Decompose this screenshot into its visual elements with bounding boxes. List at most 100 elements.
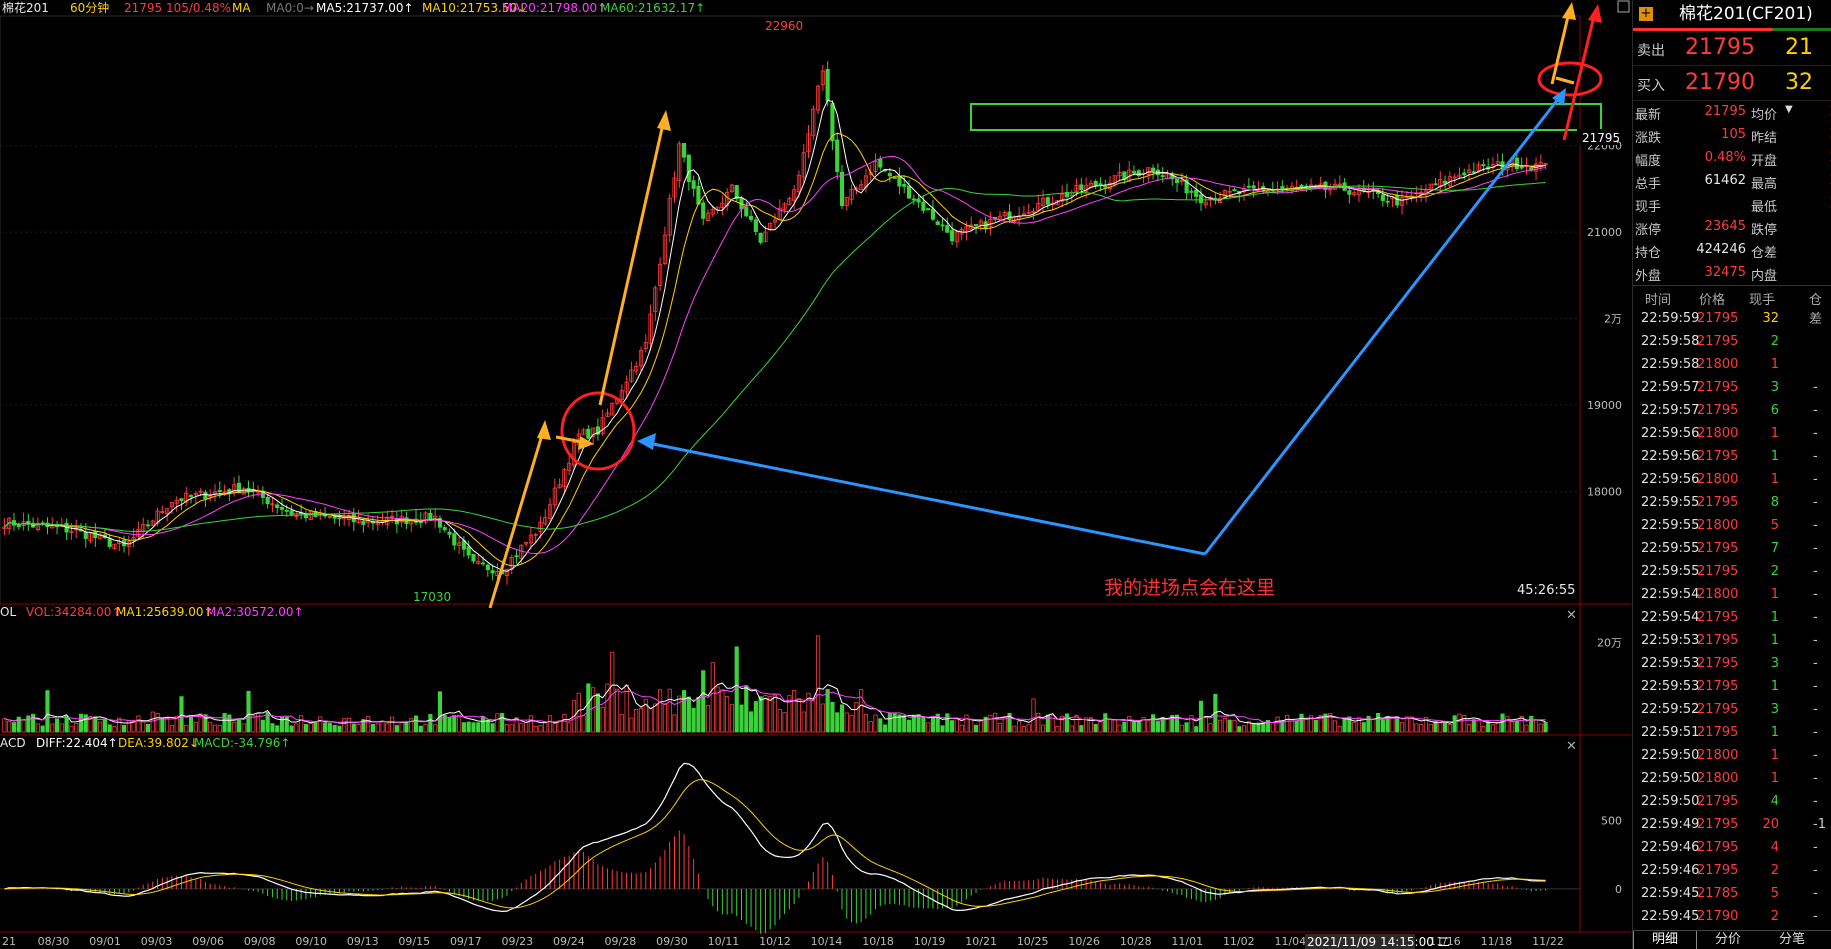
volume-bar bbox=[16, 716, 21, 733]
volume-bar bbox=[748, 711, 754, 733]
ma-selector[interactable]: MA bbox=[232, 1, 251, 15]
macd-diff-value: DIFF:22.404↑ bbox=[36, 736, 118, 750]
volume-bar bbox=[1490, 724, 1496, 733]
volume-bar bbox=[1495, 721, 1500, 733]
trade-price: 21795 bbox=[1697, 541, 1739, 556]
candle-body bbox=[480, 562, 486, 565]
time-axis-label: 10/18 bbox=[862, 935, 894, 948]
volume-bar bbox=[466, 721, 471, 733]
trade-volume: 3 bbox=[1770, 656, 1779, 671]
time-axis-label: 10/14 bbox=[811, 935, 843, 948]
candle-body bbox=[586, 428, 591, 439]
close-volume-pane-icon[interactable]: ✕ bbox=[1566, 608, 1577, 623]
candle-body bbox=[188, 495, 194, 497]
volume-bar bbox=[988, 714, 993, 733]
volume-bar bbox=[1179, 724, 1184, 733]
volume-bar bbox=[715, 686, 720, 733]
volume-bar bbox=[74, 723, 79, 733]
volume-bar bbox=[59, 723, 64, 733]
volume-bar bbox=[141, 721, 146, 733]
moving-average-lines bbox=[4, 99, 1546, 572]
volume-bar bbox=[1131, 721, 1137, 733]
volume-bar bbox=[969, 718, 974, 733]
volume-bar bbox=[54, 718, 60, 733]
volume-bars bbox=[2, 635, 1548, 733]
volume-bar bbox=[945, 713, 950, 733]
quote-row: 总手61462最高2 bbox=[1633, 170, 1831, 193]
trade-price: 21795 bbox=[1697, 564, 1739, 579]
volume-bar bbox=[222, 713, 227, 733]
volume-bar bbox=[792, 690, 797, 733]
volume-bar bbox=[1414, 723, 1419, 733]
volume-bar bbox=[1136, 720, 1141, 733]
trade-price: 21795 bbox=[1697, 495, 1739, 510]
volume-bar bbox=[1107, 718, 1113, 733]
volume-bar bbox=[710, 662, 715, 733]
chart-stage[interactable]: 棉花201 60分钟 21795 105/0.48% MA MA0:0→ MA5… bbox=[0, 0, 1831, 949]
quote-key: 持仓 bbox=[1635, 246, 1662, 261]
pane-maximize-icon[interactable] bbox=[1617, 0, 1630, 13]
candle-body bbox=[1093, 180, 1098, 187]
col-time: 时间 bbox=[1645, 293, 1672, 308]
candle-body bbox=[950, 230, 955, 242]
period-selector[interactable]: 60分钟 bbox=[70, 0, 109, 15]
volume-bar bbox=[1069, 725, 1074, 733]
trade-price: 21790 bbox=[1697, 909, 1739, 924]
volume-bar bbox=[543, 722, 548, 733]
candle-body bbox=[887, 173, 892, 177]
volume-bar bbox=[586, 683, 591, 733]
trade-price: 21795 bbox=[1697, 840, 1739, 855]
trade-time: 22:59:53 bbox=[1641, 656, 1700, 671]
quote-value: 0.48% bbox=[1704, 150, 1746, 165]
ma60-value: MA60:21632.17↑ bbox=[600, 1, 705, 15]
candle-body bbox=[734, 185, 739, 200]
annotation-layer: 我的进场点会在这里 45:26:55 22960 17030 21795 202… bbox=[413, 2, 1620, 949]
volume-bar bbox=[1505, 716, 1510, 733]
volume-bar bbox=[973, 724, 979, 733]
quote-key: 幅度 bbox=[1635, 154, 1662, 169]
orange-arrowhead-1 bbox=[537, 420, 551, 440]
trade-time: 22:59:55 bbox=[1641, 518, 1700, 533]
volume-bar bbox=[1514, 720, 1519, 733]
time-axis-label: 11/22 bbox=[1532, 935, 1564, 948]
trade-time: 22:59:45 bbox=[1641, 909, 1700, 924]
panel-title-bar: + 棉花201(CF201) bbox=[1633, 0, 1831, 28]
volume-bar bbox=[1270, 722, 1275, 733]
volume-bar bbox=[1438, 722, 1443, 733]
add-icon[interactable]: + bbox=[1639, 7, 1653, 21]
tab-detail[interactable]: 明细 bbox=[1633, 931, 1697, 949]
trade-volume: 1 bbox=[1770, 771, 1779, 786]
last-price-tag: 21795 bbox=[1582, 131, 1620, 145]
volume-bar bbox=[45, 690, 50, 733]
tab-ticks[interactable]: 分笔 bbox=[1761, 931, 1823, 949]
candle-body bbox=[897, 176, 902, 187]
volume-bar bbox=[35, 723, 40, 733]
volume-bar bbox=[1486, 721, 1491, 733]
price-axis-label: 19000 bbox=[1587, 399, 1622, 412]
volume-bar bbox=[883, 724, 888, 733]
volume-bar bbox=[830, 701, 835, 733]
tab-price-dist[interactable]: 分价 bbox=[1697, 931, 1759, 949]
candle-body bbox=[686, 154, 691, 183]
quote-key: 外盘 bbox=[1635, 269, 1662, 284]
trade-oi-change: - bbox=[1813, 541, 1818, 556]
trade-price: 21795 bbox=[1697, 403, 1739, 418]
trade-volume: 1 bbox=[1770, 587, 1779, 602]
volume-bar bbox=[1222, 718, 1227, 733]
trade-price: 21795 bbox=[1697, 702, 1739, 717]
trade-volume: 32 bbox=[1762, 311, 1779, 326]
sort-arrow-icon[interactable]: ▼ bbox=[1785, 104, 1793, 115]
price-axis-label: 2万 bbox=[1604, 313, 1622, 326]
volume-bar bbox=[102, 719, 107, 733]
time-axis-label: 11/18 bbox=[1481, 935, 1513, 948]
volume-bar bbox=[739, 704, 744, 733]
price-axis-label: 21000 bbox=[1587, 226, 1622, 239]
volume-bar bbox=[31, 713, 36, 733]
volume-bar bbox=[533, 726, 538, 733]
volume-bar bbox=[801, 711, 806, 733]
trade-list[interactable]: 22:59:59 21795 32 22:59:58 21795 2 22:59:58 218… bbox=[1633, 308, 1831, 929]
close-macd-pane-icon[interactable]: ✕ bbox=[1566, 739, 1577, 754]
trade-volume: 5 bbox=[1770, 886, 1779, 901]
trade-price: 21800 bbox=[1697, 518, 1739, 533]
orange-arrowhead-2 bbox=[657, 110, 671, 131]
